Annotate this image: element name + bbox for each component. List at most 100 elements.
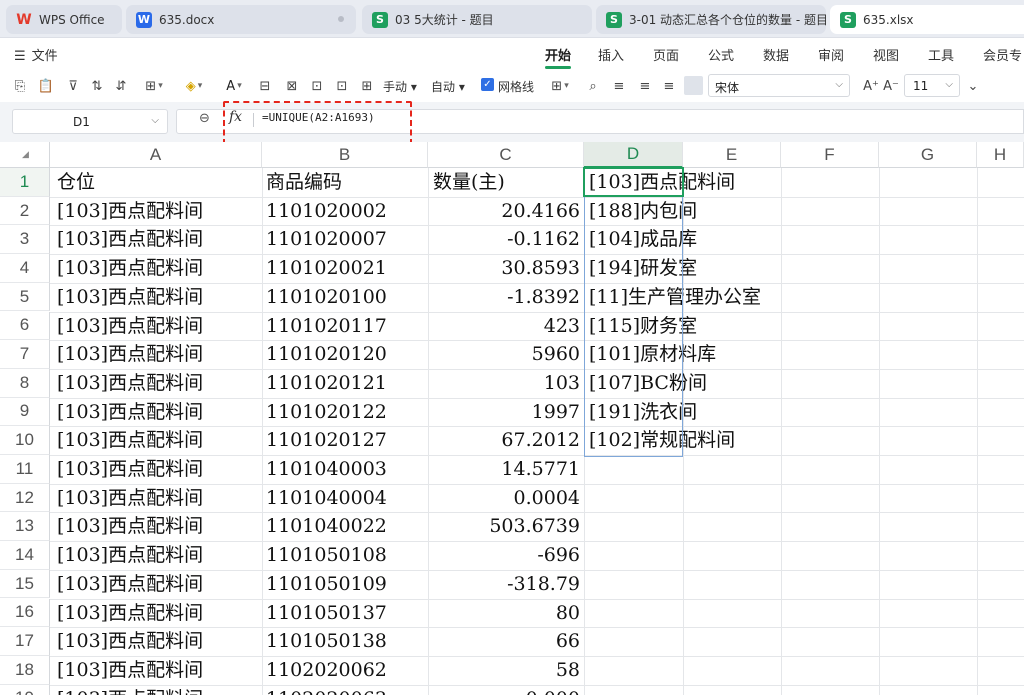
cell-c[interactable]: 66 xyxy=(433,627,580,656)
name-box[interactable]: D1 ⌵ xyxy=(12,109,168,134)
file-menu[interactable]: ☰ 文件 xyxy=(14,45,58,64)
cell-c[interactable]: -696 xyxy=(433,541,580,570)
cell-c[interactable]: 503.6739 xyxy=(433,512,580,541)
fill-color-icon[interactable]: ◈ ▾ xyxy=(180,76,208,96)
cell-b[interactable]: 1101050137 xyxy=(266,599,426,628)
cell-b[interactable]: 1101020120 xyxy=(266,340,426,369)
cell-a[interactable]: [103]西点配料间 xyxy=(57,599,262,628)
tab-stats[interactable]: S 03 5大统计 - 题目 xyxy=(362,5,592,34)
align-right-icon[interactable]: ≡ xyxy=(660,76,678,96)
font-name-select[interactable]: 宋体 ⌵ xyxy=(708,74,850,97)
justify-align-icon[interactable] xyxy=(684,76,703,95)
gridlines-checkbox[interactable]: ✓ xyxy=(481,78,494,91)
cell-b[interactable]: 1101050108 xyxy=(266,541,426,570)
cell-c[interactable]: 80 xyxy=(433,599,580,628)
cell-a[interactable]: [103]西点配料间 xyxy=(57,512,262,541)
column-header-b[interactable]: B xyxy=(262,142,428,168)
wrap-text-icon[interactable]: ⊠ xyxy=(283,76,301,96)
cell-c[interactable]: -318.79 xyxy=(433,570,580,599)
tab-summary[interactable]: S 3-01 动态汇总各个仓位的数量 - 题目 xyxy=(596,5,826,34)
cell-c[interactable]: 423 xyxy=(433,312,580,341)
insert-col-icon[interactable]: ⊡ xyxy=(333,76,351,96)
merge-cells-icon[interactable]: ⊟ xyxy=(256,76,274,96)
row-header[interactable]: 1 xyxy=(0,168,50,197)
menu-data[interactable]: 数据 xyxy=(763,45,789,64)
font-grow-icon[interactable]: A⁺ xyxy=(862,76,880,96)
cell-a[interactable]: [103]西点配料间 xyxy=(57,484,262,513)
cell-b[interactable]: 1101050109 xyxy=(266,570,426,599)
menu-page[interactable]: 页面 xyxy=(653,45,679,64)
row-header[interactable]: 8 xyxy=(0,368,50,398)
column-header-f[interactable]: F xyxy=(781,142,879,168)
column-header-e[interactable]: E xyxy=(683,142,781,168)
column-header-c[interactable]: C xyxy=(428,142,584,168)
cell-a[interactable]: [103]西点配料间 xyxy=(57,541,262,570)
manual-calc-button[interactable]: 手动 ▾ xyxy=(383,78,417,95)
auto-calc-button[interactable]: 自动 ▾ xyxy=(431,78,465,95)
cell-b[interactable]: 1101020121 xyxy=(266,369,426,398)
cell-b[interactable]: 1101020127 xyxy=(266,426,426,455)
cell-b[interactable]: 1101020122 xyxy=(266,398,426,427)
filter-icon[interactable]: ⊽ xyxy=(64,76,82,96)
cell-a[interactable]: [103]西点配料间 xyxy=(57,340,262,369)
menu-view[interactable]: 视图 xyxy=(873,45,899,64)
row-header[interactable]: 3 xyxy=(0,225,50,255)
active-cell-d1[interactable] xyxy=(583,167,684,197)
cell-c[interactable]: 67.2012 xyxy=(433,426,580,455)
cell-a[interactable]: [103]西点配料间 xyxy=(57,455,262,484)
cell-c[interactable]: 1997 xyxy=(433,398,580,427)
cell-b[interactable]: 1101040003 xyxy=(266,455,426,484)
cell-c[interactable]: 30.8593 xyxy=(433,254,580,283)
row-header[interactable]: 2 xyxy=(0,196,50,226)
cell-a[interactable]: [103]西点配料间 xyxy=(57,312,262,341)
cell-a[interactable]: [103]西点配料间 xyxy=(57,656,262,685)
cell-b[interactable]: 1101050138 xyxy=(266,627,426,656)
cell-b[interactable]: 1101040022 xyxy=(266,512,426,541)
cell-c[interactable]: 20.4166 xyxy=(433,197,580,226)
cell-a[interactable]: [103]西点配料间 xyxy=(57,426,262,455)
row-header[interactable]: 7 xyxy=(0,340,50,369)
row-header[interactable]: 15 xyxy=(0,569,50,599)
sort-desc-icon[interactable]: ⇵ xyxy=(112,76,130,96)
cell-a[interactable]: [103]西点配料间 xyxy=(57,570,262,599)
row-header[interactable]: 5 xyxy=(0,282,50,312)
more-chevron-icon[interactable]: ⌄ xyxy=(966,76,980,96)
cell-a[interactable]: [103]西点配料间 xyxy=(57,627,262,656)
column-header-g[interactable]: G xyxy=(879,142,977,168)
cell-c[interactable]: 0.000 xyxy=(433,685,580,695)
cell-a[interactable]: [103]西点配料间 xyxy=(57,254,262,283)
menu-tools[interactable]: 工具 xyxy=(928,45,954,64)
menu-insert[interactable]: 插入 xyxy=(598,45,624,64)
cell-c[interactable]: -1.8392 xyxy=(433,283,580,312)
freeze-panes-icon[interactable]: ⊞ ▾ xyxy=(546,76,574,96)
table-style-icon[interactable]: ⊞ xyxy=(358,76,376,96)
cell-b[interactable]: 1101040004 xyxy=(266,484,426,513)
cell-b[interactable]: 1101020117 xyxy=(266,312,426,341)
menu-member[interactable]: 会员专 xyxy=(983,45,1022,64)
row-header[interactable]: 9 xyxy=(0,397,50,427)
cell-b[interactable]: 1102020063 xyxy=(266,685,426,695)
cell-b[interactable]: 1101020100 xyxy=(266,283,426,312)
cell-b[interactable]: 1101020007 xyxy=(266,225,426,254)
tab-xlsx-active[interactable]: S 635.xlsx xyxy=(830,5,1024,34)
find-icon[interactable]: ⌕ xyxy=(584,76,602,96)
row-header[interactable]: 10 xyxy=(0,426,50,455)
sort-asc-icon[interactable]: ⇅ xyxy=(88,76,106,96)
cell-b[interactable]: 1102020062 xyxy=(266,656,426,685)
select-all-corner[interactable]: ◢ xyxy=(0,142,50,168)
tab-wps-office[interactable]: W WPS Office xyxy=(6,5,122,34)
menu-formulas[interactable]: 公式 xyxy=(708,45,734,64)
zoom-icon[interactable]: ⊖ xyxy=(199,111,210,126)
cell-c[interactable]: 58 xyxy=(433,656,580,685)
menu-home[interactable]: 开始 xyxy=(545,45,571,64)
font-shrink-icon[interactable]: A⁻ xyxy=(882,76,900,96)
row-header[interactable]: 17 xyxy=(0,627,50,656)
column-header-d[interactable]: D xyxy=(584,142,683,168)
cell-c[interactable]: -0.1162 xyxy=(433,225,580,254)
row-header[interactable]: 19 xyxy=(0,684,50,695)
cell-b[interactable]: 1101020002 xyxy=(266,197,426,226)
align-center-icon[interactable]: ≡ xyxy=(636,76,654,96)
borders-icon[interactable]: ⊞ ▾ xyxy=(140,76,168,96)
menu-review[interactable]: 审阅 xyxy=(818,45,844,64)
cell-c[interactable]: 数量(主) xyxy=(433,168,580,197)
